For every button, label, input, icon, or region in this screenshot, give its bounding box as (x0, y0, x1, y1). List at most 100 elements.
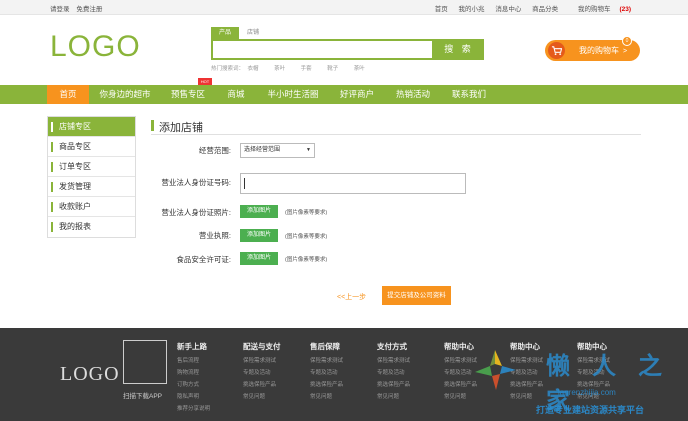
login-link[interactable]: 请登录 (50, 6, 70, 13)
top-link-messages[interactable]: 消息中心 (495, 6, 521, 13)
footer-link[interactable]: 常见问题 (377, 391, 410, 403)
scope-select-value: 选择经营范围 (244, 147, 281, 153)
top-bar: 请登录 免费注册 首页 我的小兆 消息中心 商品分类 我的购物车 (23) (0, 0, 688, 15)
id-photo-hint: (图片像素等要求) (285, 210, 328, 216)
footer-link[interactable]: 常见问题 (510, 391, 543, 403)
nav-item-supermarket[interactable]: 你身边的超市 (95, 85, 155, 104)
footer-link[interactable]: 常见问题 (310, 391, 343, 403)
hot-words: 热门搜索词： 衣帽 茶叶 手套 靴子 茶叶 (211, 64, 379, 72)
watermark-slogan: 打造专业建站资源共享平台 (536, 405, 645, 415)
sidebar-item-label: 店铺专区 (59, 122, 91, 131)
footer-column-title: 支付方式 (377, 342, 407, 351)
hot-words-label: 热门搜索词： (211, 66, 245, 72)
footer-link[interactable]: 订购方式 (177, 379, 210, 391)
footer-link[interactable]: 保险需求测试 (310, 355, 343, 367)
chevron-right-icon: > (623, 48, 628, 55)
footer-link[interactable]: 隐私声明 (177, 391, 210, 403)
cart-icon (548, 42, 565, 59)
top-cart-count: (23) (619, 6, 631, 13)
footer-column: 新手上路 售后流程 购物流程 订购方式 隐私声明 推荐分享说明 (177, 341, 210, 415)
sidebar-item-label: 订单专区 (59, 162, 91, 171)
top-cart-label: 我的购物车 (577, 6, 611, 13)
scope-select[interactable]: 选择经营范围 ▼ (240, 143, 315, 158)
prev-step-link[interactable]: <<上一步 (337, 292, 366, 302)
cart-button[interactable]: 我的购物车 > 0 (545, 36, 640, 61)
hot-tag: HOT (198, 78, 212, 85)
footer-link[interactable]: 常见问题 (243, 391, 281, 403)
footer-link[interactable]: 保险需求测试 (377, 355, 410, 367)
search-tabs: 产品 店铺 (211, 27, 267, 39)
qr-label: 扫描下载APP (123, 393, 163, 400)
footer-column: 支付方式 保险需求测试 专题及活动 挑选保险产品 常见问题 (377, 341, 410, 403)
nav-item-contact[interactable]: 联系我们 (446, 85, 492, 104)
food-permit-label: 食品安全许可证: (176, 255, 231, 264)
license-add-button[interactable]: 添加图片 (240, 229, 278, 242)
footer-link[interactable]: 专题及活动 (243, 367, 281, 379)
caret-down-icon: ▼ (306, 147, 311, 153)
footer-link[interactable]: 常见问题 (444, 391, 477, 403)
top-link-cart[interactable]: 我的购物车 (23) (569, 6, 631, 13)
main-nav: 首页 你身边的超市 预售专区 商城 半小时生活圈 好评商户 热销活动 联系我们 (0, 85, 688, 104)
hot-word[interactable]: 靴子 (327, 66, 338, 72)
sidebar-item-shop[interactable]: 店铺专区 (48, 117, 135, 137)
sidebar-item-label: 收款账户 (59, 202, 91, 211)
nav-item-mall[interactable]: 商城 (221, 85, 251, 104)
nav-item-life-circle[interactable]: 半小时生活圈 (262, 85, 324, 104)
sidebar-item-label: 商品专区 (59, 142, 91, 151)
page-title: 添加店铺 (151, 119, 203, 135)
footer-link[interactable]: 购物流程 (177, 367, 210, 379)
nav-item-presale[interactable]: 预售专区 (165, 85, 211, 104)
footer-column-title: 新手上路 (177, 342, 207, 351)
search-input[interactable] (211, 39, 434, 60)
food-permit-add-button[interactable]: 添加图片 (240, 252, 278, 265)
watermark-url: lanrenzhijia.com (558, 388, 616, 397)
hot-word[interactable]: 茶叶 (354, 66, 365, 72)
footer-link[interactable]: 专题及活动 (377, 367, 410, 379)
top-bar-right: 首页 我的小兆 消息中心 商品分类 我的购物车 (23) (426, 3, 631, 13)
footer-link[interactable]: 挑选保险产品 (377, 379, 410, 391)
site-logo[interactable]: LOGO (50, 30, 141, 64)
search-tab-products[interactable]: 产品 (211, 27, 239, 39)
footer-link[interactable]: 推荐分享说明 (177, 403, 210, 415)
sidebar-item-label: 发货管理 (59, 182, 91, 191)
footer-column: 配送与支付 保险需求测试 专题及活动 挑选保险产品 常见问题 (243, 341, 281, 403)
nav-item-top-merchants[interactable]: 好评商户 (334, 85, 380, 104)
footer-column-title: 配送与支付 (243, 342, 281, 351)
top-bar-left: 请登录 免费注册 (50, 3, 107, 13)
submit-button[interactable]: 提交店铺及公司资料 (382, 286, 451, 305)
search-tab-shops[interactable]: 店铺 (239, 27, 267, 39)
qr-code (123, 340, 167, 384)
nav-item-home[interactable]: 首页 (47, 85, 89, 104)
id-photo-label: 营业法人身份证照片: (161, 208, 231, 217)
search-button[interactable]: 搜 索 (434, 39, 484, 60)
license-label: 营业执照: (198, 231, 231, 240)
id-number-input[interactable] (240, 173, 466, 194)
footer-link[interactable]: 专题及活动 (310, 367, 343, 379)
hot-word[interactable]: 衣帽 (248, 66, 259, 72)
text-cursor (244, 178, 245, 189)
divider (151, 134, 641, 135)
cart-label: 我的购物车 (579, 46, 619, 55)
id-photo-add-button[interactable]: 添加图片 (240, 205, 278, 218)
footer-logo: LOGO (60, 363, 120, 385)
nav-item-hot-events[interactable]: 热销活动 (390, 85, 436, 104)
footer-column-title: 售后保障 (310, 342, 340, 351)
watermark-logo-icon (475, 350, 516, 390)
sidebar-item-orders[interactable]: 订单专区 (48, 157, 135, 177)
footer-link[interactable]: 挑选保险产品 (310, 379, 343, 391)
sidebar-item-label: 我的报表 (59, 222, 91, 231)
scope-label: 经营范围: (198, 146, 231, 155)
top-link-home[interactable]: 首页 (435, 6, 448, 13)
top-link-account[interactable]: 我的小兆 (459, 6, 485, 13)
footer-link[interactable]: 挑选保险产品 (243, 379, 281, 391)
hot-word[interactable]: 茶叶 (274, 66, 285, 72)
license-hint: (图片像素等要求) (285, 234, 328, 240)
footer-link[interactable]: 保险需求测试 (243, 355, 281, 367)
cart-badge: 0 (622, 36, 632, 46)
hot-word[interactable]: 手套 (301, 66, 312, 72)
footer-column: 售后保障 保险需求测试 专题及活动 挑选保险产品 常见问题 (310, 341, 343, 403)
footer-link[interactable]: 售后流程 (177, 355, 210, 367)
top-link-categories[interactable]: 商品分类 (532, 6, 558, 13)
id-number-label: 营业法人身份证号码: (161, 178, 231, 187)
register-link[interactable]: 免费注册 (76, 6, 102, 13)
